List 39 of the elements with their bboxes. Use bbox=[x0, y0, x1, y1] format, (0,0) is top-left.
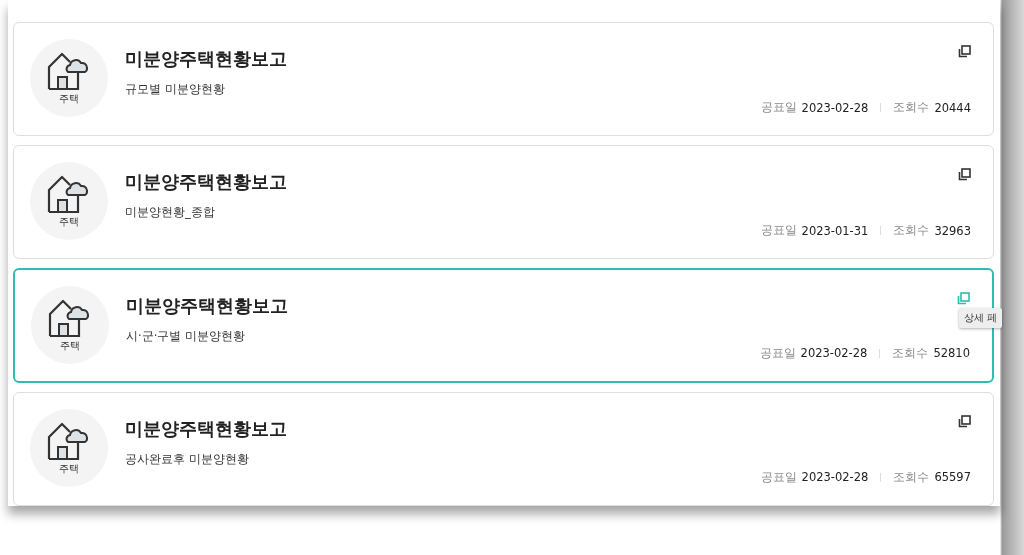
report-title: 미분양주택현황보고 bbox=[125, 47, 287, 71]
copy-icon bbox=[958, 414, 971, 428]
date-value: 2023-02-28 bbox=[800, 346, 868, 361]
report-subtitle: 공사완료후 미분양현황 bbox=[125, 451, 250, 467]
date-label: 공표일 bbox=[760, 470, 797, 485]
date-label: 공표일 bbox=[760, 223, 797, 239]
report-card[interactable]: 주택 미분양주택현황보고 공사완료후 미분양현황 공표일 2023-02-28 조회수 65597 bbox=[13, 391, 994, 506]
category-label: 주택 bbox=[60, 339, 80, 354]
date-label: 공표일 bbox=[760, 100, 797, 116]
report-title: 미분양주택현황보고 bbox=[125, 416, 287, 441]
views-value: 20444 bbox=[934, 100, 971, 115]
report-title: 미분양주택현황보고 bbox=[126, 294, 288, 319]
report-title: 미분양주택현황보고 bbox=[125, 170, 287, 195]
open-detail-button[interactable] bbox=[958, 414, 971, 428]
copy-icon bbox=[958, 45, 971, 58]
report-subtitle: 미분양현황_종합 bbox=[125, 205, 216, 221]
date-value: 2023-02-28 bbox=[801, 470, 869, 485]
views-value: 32963 bbox=[934, 223, 971, 238]
open-detail-button[interactable] bbox=[958, 45, 971, 58]
report-subtitle: 시·군·구별 미분양현황 bbox=[126, 329, 246, 345]
report-subtitle: 규모별 미분양현황 bbox=[125, 82, 226, 97]
report-card[interactable]: 주택 미분양주택현황보고 미분양현황_종합 공표일 2023-01-31 조회수 32963 bbox=[13, 145, 994, 260]
views-label: 조회수 bbox=[893, 223, 930, 239]
tooltip: 상세 페 bbox=[958, 308, 1002, 329]
category-label: 주택 bbox=[59, 92, 79, 106]
copy-icon bbox=[958, 168, 971, 182]
report-card[interactable]: 주택 미분양주택현황보고 규모별 미분양현황 공표일 2023-02-28 조회수 20444 bbox=[13, 22, 994, 137]
views-label: 조회수 bbox=[893, 470, 930, 485]
views-value: 52810 bbox=[933, 346, 970, 361]
views-value: 65597 bbox=[934, 470, 971, 485]
category-label: 주택 bbox=[59, 215, 79, 230]
date-value: 2023-01-31 bbox=[801, 223, 869, 238]
copy-icon bbox=[957, 292, 970, 306]
open-detail-button[interactable] bbox=[958, 168, 971, 182]
views-label: 조회수 bbox=[892, 345, 929, 361]
date-value: 2023-02-28 bbox=[801, 100, 869, 115]
views-label: 조회수 bbox=[893, 100, 930, 116]
category-label: 주택 bbox=[59, 461, 79, 476]
date-label: 공표일 bbox=[759, 345, 796, 361]
